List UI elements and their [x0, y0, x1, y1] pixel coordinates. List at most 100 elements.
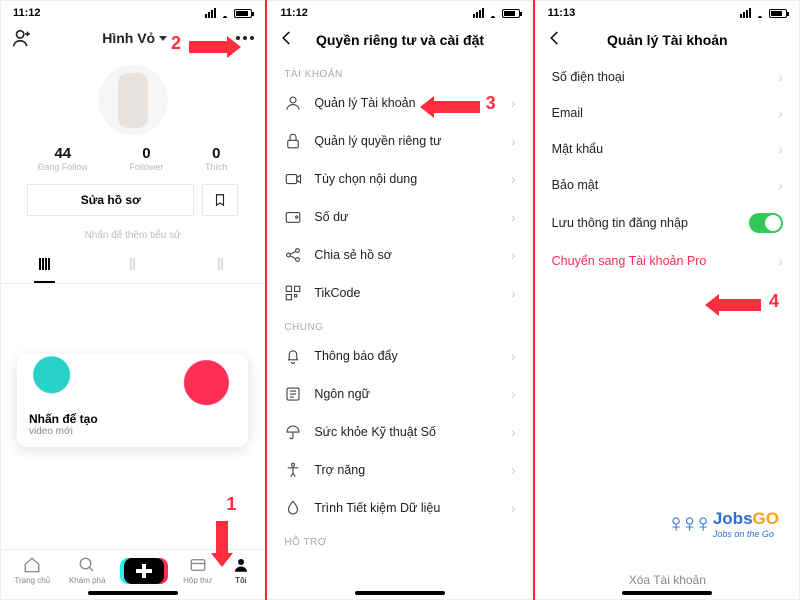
arrow-to-manage-account [432, 101, 480, 113]
row-email[interactable]: Email› [536, 95, 799, 131]
cell-signal-icon [740, 8, 751, 18]
section-support-label: HỖ TRỢ [268, 527, 531, 552]
annotation-4: 4 [769, 291, 779, 312]
delete-account-link[interactable]: Xóa Tài khoản [536, 573, 799, 587]
nav-inbox[interactable]: Hộp thư [183, 556, 212, 585]
status-indicators [205, 8, 252, 18]
stat-following[interactable]: 44 Đang Follow [38, 145, 88, 172]
avatar[interactable] [98, 65, 168, 135]
cell-signal-icon [205, 8, 216, 18]
card-subtitle: video mới [29, 426, 236, 437]
chevron-right-icon: › [511, 348, 516, 364]
toggle-save-login[interactable] [749, 213, 783, 233]
chevron-right-icon: › [778, 177, 783, 193]
row-content-pref[interactable]: Tùy chọn nội dung› [268, 160, 531, 198]
tab-liked[interactable] [89, 251, 177, 283]
row-tikcode[interactable]: TikCode› [268, 274, 531, 312]
wallet-icon [284, 208, 302, 226]
row-save-login[interactable]: Lưu thông tin đăng nhập [536, 203, 799, 243]
language-icon [284, 385, 302, 403]
create-video-card[interactable]: Nhấn để tạo video mới [17, 354, 248, 447]
chevron-right-icon: › [511, 171, 516, 187]
tab-posts[interactable] [1, 251, 89, 283]
bookmark-button[interactable] [202, 184, 238, 216]
bio-placeholder[interactable]: Nhấn để thêm tiểu sử [1, 224, 264, 251]
chevron-right-icon: › [778, 253, 783, 269]
row-accessibility[interactable]: Trợ năng› [268, 451, 531, 489]
inbox-icon [188, 556, 208, 574]
add-friends-icon[interactable] [11, 27, 33, 49]
status-bar: 11:12 [1, 1, 264, 21]
row-data-saver[interactable]: Trình Tiết kiệm Dữ liệu› [268, 489, 531, 527]
nav-discover[interactable]: Khám phá [69, 556, 105, 585]
profile-stats: 44 Đang Follow 0 Follower 0 Thích [1, 141, 264, 176]
chevron-down-icon [159, 36, 167, 41]
chevron-right-icon: › [778, 105, 783, 121]
username-dropdown[interactable]: Hình Vỏ [102, 30, 167, 46]
row-share-profile[interactable]: Chia sẻ hồ sơ› [268, 236, 531, 274]
stat-followers[interactable]: 0 Follower [129, 145, 163, 172]
battery-icon [234, 9, 252, 18]
heart-icon [130, 258, 135, 270]
chevron-right-icon: › [511, 386, 516, 402]
status-indicators [473, 8, 520, 18]
lock-icon [218, 258, 223, 270]
logo-icon: ♀♀♀ [666, 508, 707, 539]
profile-screen: 11:12 Hình Vỏ 44 Đang Follow [0, 0, 265, 600]
status-time: 11:12 [13, 7, 41, 19]
row-privacy[interactable]: Quản lý quyền riêng tư› [268, 122, 531, 160]
nav-create[interactable] [124, 558, 164, 584]
nav-home[interactable]: Trang chủ [14, 556, 50, 585]
row-wellbeing[interactable]: Sức khỏe Kỹ thuật Số› [268, 413, 531, 451]
back-button[interactable] [278, 29, 300, 51]
search-icon [77, 556, 97, 574]
manage-account-header: Quản lý Tài khoản [536, 21, 799, 59]
home-indicator [355, 591, 445, 595]
section-account-label: TÀI KHOẢN [268, 59, 531, 84]
row-switch-pro[interactable]: Chuyển sang Tài khoản Pro› [536, 243, 799, 279]
umbrella-icon [284, 423, 302, 441]
manage-account-screen: 11:13 Quản lý Tài khoản Số điện thoại› E… [535, 0, 800, 600]
home-indicator [88, 591, 178, 595]
row-security[interactable]: Bảo mật› [536, 167, 799, 203]
status-indicators [740, 8, 787, 18]
page-title: Quyền riêng tư và cài đặt [300, 32, 521, 48]
chevron-right-icon: › [778, 69, 783, 85]
nav-me[interactable]: Tôi [231, 556, 251, 585]
settings-screen: 11:12 Quyền riêng tư và cài đặt TÀI KHOẢ… [267, 0, 532, 600]
username-label: Hình Vỏ [102, 30, 155, 46]
wifi-icon [754, 9, 766, 18]
chevron-right-icon: › [511, 209, 516, 225]
wifi-icon [487, 9, 499, 18]
page-title: Quản lý Tài khoản [568, 32, 789, 48]
row-language[interactable]: Ngôn ngữ› [268, 375, 531, 413]
annotation-1: 1 [226, 494, 236, 515]
person-icon [284, 94, 302, 112]
row-push[interactable]: Thông báo đẩy› [268, 337, 531, 375]
jobsgo-logo: ♀♀♀ JobsGO Jobs on the Go [666, 508, 779, 539]
profile-tabs [1, 251, 264, 284]
chevron-right-icon: › [511, 285, 516, 301]
arrow-to-me-tab [216, 521, 228, 555]
edit-profile-button[interactable]: Sửa hồ sơ [27, 184, 194, 216]
battery-icon [769, 9, 787, 18]
section-general-label: CHUNG [268, 312, 531, 337]
battery-icon [502, 9, 520, 18]
chevron-right-icon: › [778, 141, 783, 157]
chevron-right-icon: › [511, 462, 516, 478]
tab-private[interactable] [177, 251, 265, 283]
row-phone[interactable]: Số điện thoại› [536, 59, 799, 95]
person-icon [231, 556, 251, 574]
drop-icon [284, 499, 302, 517]
cell-signal-icon [473, 8, 484, 18]
status-time: 11:12 [280, 7, 308, 19]
chevron-right-icon: › [511, 500, 516, 516]
back-button[interactable] [546, 29, 568, 51]
row-password[interactable]: Mật khẩu› [536, 131, 799, 167]
chevron-right-icon: › [511, 133, 516, 149]
card-title: Nhấn để tạo [29, 412, 236, 426]
arrow-to-more [189, 41, 229, 53]
row-balance[interactable]: Số dư› [268, 198, 531, 236]
stat-likes[interactable]: 0 Thích [205, 145, 228, 172]
video-icon [284, 170, 302, 188]
